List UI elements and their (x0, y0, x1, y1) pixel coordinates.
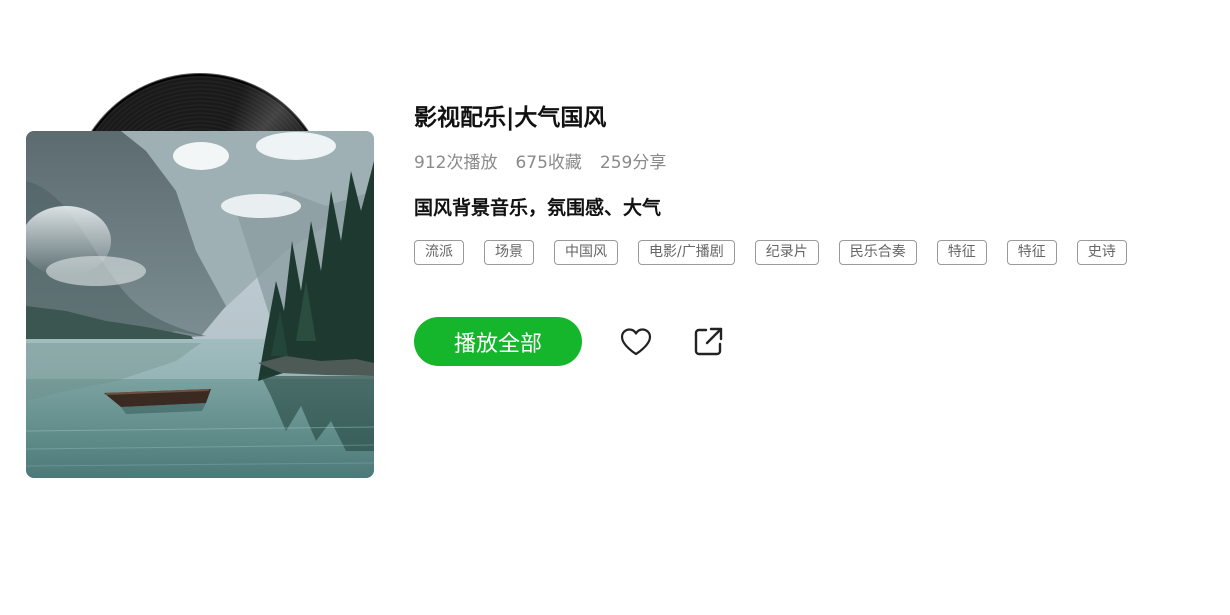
play-count: 912次播放 (414, 153, 498, 173)
play-all-button[interactable]: 播放全部 (414, 317, 582, 366)
external-share-icon (694, 327, 723, 355)
share-count: 259分享 (599, 153, 667, 173)
tag-list: 流派 场景 中国风 电影/广播剧 纪录片 民乐合奏 特征 特征 史诗 (414, 240, 1127, 265)
playlist-cover-area (26, 74, 376, 478)
playlist-title: 影视配乐|大气国风 (414, 105, 607, 131)
playlist-stats: 912次播放 675收藏 259分享 (414, 150, 666, 176)
tag-feature-1[interactable]: 特征 (936, 240, 987, 265)
tag-chinese-style[interactable]: 中国风 (554, 240, 618, 265)
action-bar: 播放全部 (414, 317, 728, 366)
favorite-count: 675收藏 (515, 153, 582, 173)
like-button[interactable] (616, 322, 656, 362)
tag-folk-ensemble[interactable]: 民乐合奏 (838, 240, 917, 265)
tag-scene[interactable]: 场景 (484, 240, 534, 265)
tag-epic[interactable]: 史诗 (1076, 240, 1127, 265)
tag-film-radio-drama[interactable]: 电影/广播剧 (638, 240, 735, 265)
tag-genre[interactable]: 流派 (414, 240, 464, 265)
share-button[interactable] (688, 322, 728, 362)
playlist-description: 国风背景音乐，氛围感、大气 (414, 197, 662, 219)
tag-documentary[interactable]: 纪录片 (754, 240, 819, 265)
playlist-cover-image[interactable] (26, 131, 374, 478)
tag-feature-2[interactable]: 特征 (1006, 240, 1057, 265)
heart-outline-icon (620, 327, 652, 355)
